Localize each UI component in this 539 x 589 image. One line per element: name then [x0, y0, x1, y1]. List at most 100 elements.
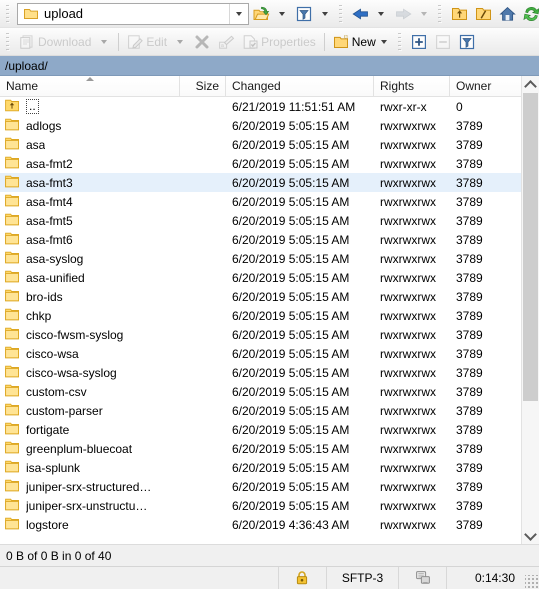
file-size-cell: [180, 325, 226, 344]
file-name-cell[interactable]: chkp: [0, 306, 180, 325]
table-row[interactable]: adlogs 6/20/2019 5:05:15 AM rwxrwxrwx 3789: [0, 116, 521, 135]
file-name-cell[interactable]: logstore: [0, 515, 180, 534]
remote-path-combobox[interactable]: upload: [17, 2, 249, 25]
table-row[interactable]: custom-parser 6/20/2019 5:05:15 AM rwxrwxr…: [0, 401, 521, 420]
file-name-cell[interactable]: cisco-wsa-syslog: [0, 363, 180, 382]
new-button[interactable]: New: [329, 30, 394, 54]
file-name-cell[interactable]: fortigate: [0, 420, 180, 439]
filter-dropdown[interactable]: [316, 2, 335, 26]
file-name-cell[interactable]: asa: [0, 135, 180, 154]
file-rights-cell: rwxrwxrwx: [380, 232, 436, 247]
home-directory-button[interactable]: [495, 2, 519, 26]
status-protocol[interactable]: SFTP-3: [327, 567, 399, 589]
table-row[interactable]: fortigate 6/20/2019 5:05:15 AM rwxrwxrwx 37…: [0, 420, 521, 439]
edit-dropdown[interactable]: [171, 30, 190, 54]
table-row[interactable]: bro-ids 6/20/2019 5:05:15 AM rwxrwxrwx 3789: [0, 287, 521, 306]
scroll-up-button[interactable]: [522, 76, 539, 93]
file-name-label: cisco-wsa-syslog: [26, 365, 117, 380]
rename-button[interactable]: a: [214, 30, 238, 54]
file-name-cell[interactable]: asa-fmt3: [0, 173, 180, 192]
table-row[interactable]: greenplum-bluecoat 6/20/2019 5:05:15 AM rw…: [0, 439, 521, 458]
file-name-cell[interactable]: juniper-srx-unstructu…: [0, 496, 180, 515]
table-row[interactable]: cisco-wsa-syslog 6/20/2019 5:05:15 AM rwxr…: [0, 363, 521, 382]
table-row[interactable]: isa-splunk 6/20/2019 5:05:15 AM rwxrwxrwx 3…: [0, 458, 521, 477]
status-session-indicator[interactable]: [399, 567, 447, 589]
toolbar-separator-3: [118, 32, 120, 51]
file-name-cell[interactable]: adlogs: [0, 116, 180, 135]
file-name-cell[interactable]: greenplum-bluecoat: [0, 439, 180, 458]
file-name-cell[interactable]: custom-parser: [0, 401, 180, 420]
file-name-cell[interactable]: juniper-srx-structured…: [0, 477, 180, 496]
file-changed-cell: 6/20/2019 5:05:15 AM: [232, 403, 350, 418]
table-row[interactable]: asa 6/20/2019 5:05:15 AM rwxrwxrwx 3789: [0, 135, 521, 154]
download-button[interactable]: Download: [15, 30, 95, 54]
new-folder-icon: [333, 34, 349, 50]
table-row[interactable]: chkp 6/20/2019 5:05:15 AM rwxrwxrwx 3789: [0, 306, 521, 325]
file-changed-cell: 6/20/2019 5:05:15 AM: [232, 441, 350, 456]
table-row[interactable]: asa-fmt5 6/20/2019 5:05:15 AM rwxrwxrwx 378…: [0, 211, 521, 230]
table-row[interactable]: asa-fmt3 6/20/2019 5:05:15 AM rwxrwxrwx 378…: [0, 173, 521, 192]
unselect-files-button[interactable]: [431, 30, 455, 54]
scrollbar-track[interactable]: [522, 93, 539, 527]
delete-button[interactable]: [190, 30, 214, 54]
file-name-cell[interactable]: custom-csv: [0, 382, 180, 401]
file-list-scrollbar[interactable]: [521, 76, 539, 544]
table-row[interactable]: asa-syslog 6/20/2019 5:05:15 AM rwxrwxrwx 3…: [0, 249, 521, 268]
open-directory-dropdown[interactable]: [273, 2, 292, 26]
file-name-cell[interactable]: asa-fmt2: [0, 154, 180, 173]
path-dropdown-button[interactable]: [229, 3, 248, 24]
status-session-duration[interactable]: 0:14:30: [447, 567, 525, 589]
file-name-cell[interactable]: ..: [0, 97, 180, 116]
properties-button[interactable]: Properties: [238, 30, 320, 54]
column-header-changed[interactable]: Changed: [226, 76, 374, 96]
file-name-cell[interactable]: asa-unified: [0, 268, 180, 287]
forward-dropdown[interactable]: [415, 2, 434, 26]
file-name-cell[interactable]: cisco-fwsm-syslog: [0, 325, 180, 344]
status-secure-indicator[interactable]: [279, 567, 327, 589]
table-row[interactable]: asa-fmt2 6/20/2019 5:05:15 AM rwxrwxrwx 378…: [0, 154, 521, 173]
file-name-cell[interactable]: bro-ids: [0, 287, 180, 306]
filter-button[interactable]: [292, 2, 316, 26]
open-directory-button[interactable]: [249, 2, 273, 26]
column-header-rights[interactable]: Rights: [374, 76, 450, 96]
select-files-button[interactable]: [407, 30, 431, 54]
toolbar-drag-handle-3[interactable]: [437, 3, 444, 24]
table-row[interactable]: asa-fmt6 6/20/2019 5:05:15 AM rwxrwxrwx 378…: [0, 230, 521, 249]
folder-icon: [5, 365, 21, 381]
file-name-cell[interactable]: cisco-wsa: [0, 344, 180, 363]
toolbar-drag-handle[interactable]: [5, 3, 12, 24]
table-row[interactable]: .. 6/21/2019 11:51:51 AM rwxr-xr-x 0: [0, 97, 521, 116]
file-name-cell[interactable]: asa-fmt6: [0, 230, 180, 249]
table-row[interactable]: juniper-srx-unstructu… 6/20/2019 5:05:15 …: [0, 496, 521, 515]
download-dropdown[interactable]: [95, 30, 114, 54]
table-row[interactable]: cisco-wsa 6/20/2019 5:05:15 AM rwxrwxrwx 37…: [0, 344, 521, 363]
file-name-cell[interactable]: isa-splunk: [0, 458, 180, 477]
forward-button[interactable]: [391, 2, 415, 26]
current-path-bar[interactable]: /upload/: [0, 56, 539, 76]
table-row[interactable]: juniper-srx-structured… 6/20/2019 5:05:15…: [0, 477, 521, 496]
window-resize-grip[interactable]: [525, 575, 539, 589]
toolbar-drag-handle-5[interactable]: [396, 31, 404, 52]
column-header-owner[interactable]: Owner: [450, 76, 521, 96]
column-header-size[interactable]: Size: [180, 76, 226, 96]
table-row[interactable]: custom-csv 6/20/2019 5:05:15 AM rwxrwxrwx 3…: [0, 382, 521, 401]
table-row[interactable]: logstore 6/20/2019 4:36:43 AM rwxrwxrwx 378…: [0, 515, 521, 534]
column-header-name[interactable]: Name: [0, 76, 180, 96]
table-row[interactable]: cisco-fwsm-syslog 6/20/2019 5:05:15 AM rwx…: [0, 325, 521, 344]
table-row[interactable]: asa-fmt4 6/20/2019 5:05:15 AM rwxrwxrwx 378…: [0, 192, 521, 211]
back-dropdown[interactable]: [372, 2, 391, 26]
select-mask-button[interactable]: [455, 30, 479, 54]
file-name-cell[interactable]: asa-syslog: [0, 249, 180, 268]
refresh-button[interactable]: [519, 2, 539, 26]
toolbar-drag-handle-2[interactable]: [338, 3, 345, 24]
edit-button[interactable]: Edit: [123, 30, 171, 54]
parent-directory-button[interactable]: [447, 2, 471, 26]
file-name-cell[interactable]: asa-fmt5: [0, 211, 180, 230]
scrollbar-thumb[interactable]: [523, 93, 538, 401]
scroll-down-button[interactable]: [522, 527, 539, 544]
table-row[interactable]: asa-unified 6/20/2019 5:05:15 AM rwxrwxrwx…: [0, 268, 521, 287]
file-name-cell[interactable]: asa-fmt4: [0, 192, 180, 211]
toolbar-drag-handle-4[interactable]: [5, 31, 12, 52]
root-directory-button[interactable]: [471, 2, 495, 26]
back-button[interactable]: [348, 2, 372, 26]
